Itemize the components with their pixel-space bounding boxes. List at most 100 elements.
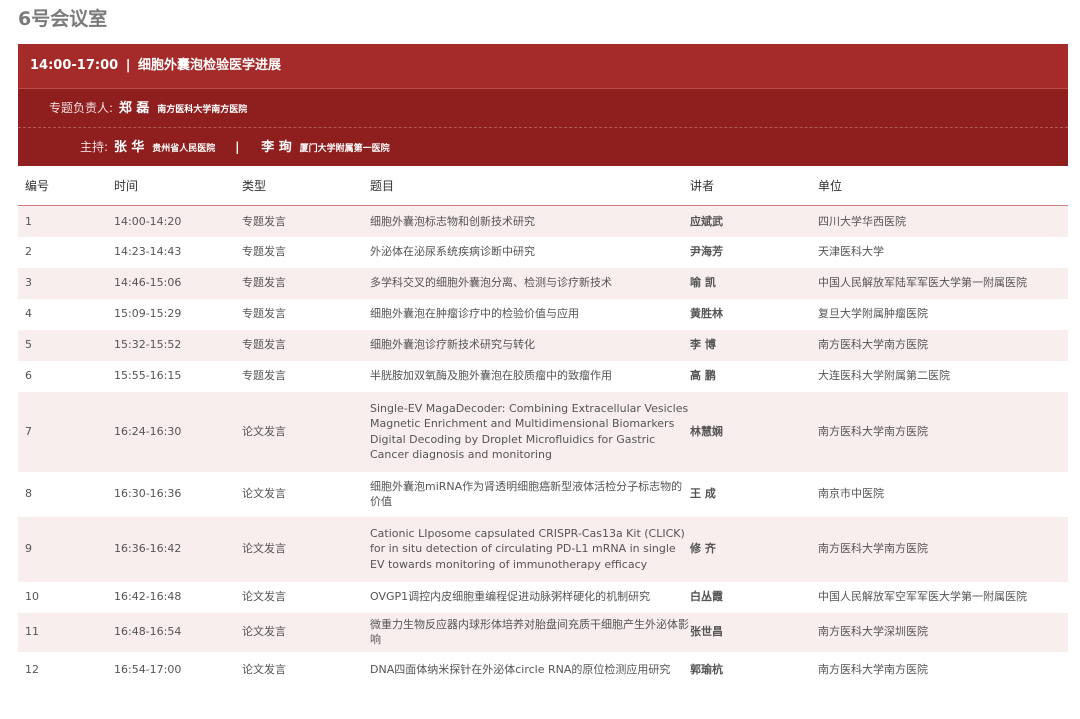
table-row: 8 16:30-16:36 论文发言 细胞外囊泡miRNA作为肾透明细胞癌新型液体活检… xyxy=(18,471,1068,517)
cell-type: 专题发言 xyxy=(242,276,286,290)
session-hosts-row: 主持: 张 华 贵州省人民医院 | 李 珣 厦门大学附属第一医院 xyxy=(18,128,1068,166)
lead-name: 郑 磊 xyxy=(118,101,150,116)
cell-title: 细胞外囊泡在肿瘤诊疗中的检验价值与应用 xyxy=(370,307,579,321)
cell-no: 7 xyxy=(25,424,32,438)
column-header-time: 时间 xyxy=(114,166,242,206)
cell-title: OVGP1调控内皮细胞重编程促进动脉粥样硬化的机制研究 xyxy=(370,590,651,604)
cell-title: 细胞外囊泡标志物和创新技术研究 xyxy=(370,214,535,228)
cell-title: 微重力生物反应器内球形体培养对胎盘间充质干细胞产生外泌体影响 xyxy=(370,617,689,647)
cell-type: 论文发言 xyxy=(242,625,286,639)
cell-unit: 大连医科大学附属第二医院 xyxy=(818,369,950,383)
cell-title: 多学科交叉的细胞外囊泡分离、检测与诊疗新技术 xyxy=(370,276,612,290)
cell-time: 14:23-14:43 xyxy=(114,245,182,259)
cell-unit: 南方医科大学南方医院 xyxy=(818,542,928,556)
session-name: 细胞外囊泡检验医学进展 xyxy=(137,58,281,73)
table-row: 3 14:46-15:06 专题发言 多学科交叉的细胞外囊泡分离、检测与诊疗新技术 喻 … xyxy=(18,267,1068,299)
session-header: 14:00-17:00 | 细胞外囊泡检验医学进展 xyxy=(18,44,1068,89)
cell-time: 16:24-16:30 xyxy=(114,424,182,438)
cell-no: 3 xyxy=(25,276,32,290)
table-row: 2 14:23-14:43 专题发言 外泌体在泌尿系统疾病诊断中研究 尹海芳 天津医科大学 xyxy=(18,236,1068,268)
cell-speaker: 喻 凯 xyxy=(690,276,716,290)
column-header-unit: 单位 xyxy=(818,166,1068,206)
cell-no: 2 xyxy=(25,245,32,259)
cell-type: 论文发言 xyxy=(242,663,286,677)
cell-time: 14:46-15:06 xyxy=(114,276,182,290)
cell-type: 专题发言 xyxy=(242,338,286,352)
cell-type: 论文发言 xyxy=(242,590,286,604)
table-row: 6 15:55-16:15 专题发言 半胱胺加双氧酶及胞外囊泡在胶质瘤中的致瘤作用 高 … xyxy=(18,360,1068,392)
table-row: 1 14:00-14:20 专题发言 细胞外囊泡标志物和创新技术研究 应斌武 四川大学华西… xyxy=(18,205,1068,237)
cell-speaker: 林慧娴 xyxy=(690,424,723,438)
host-institution: 贵州省人民医院 xyxy=(152,144,216,154)
cell-unit: 四川大学华西医院 xyxy=(818,214,906,228)
cell-title: DNA四面体纳米探针在外泌体circle RNA的原位检测应用研究 xyxy=(370,663,671,677)
host-name: 张 华 xyxy=(113,140,145,155)
cell-title: 细胞外囊泡miRNA作为肾透明细胞癌新型液体活检分子标志物的价值 xyxy=(370,479,683,509)
cell-time: 16:42-16:48 xyxy=(114,590,182,604)
session-time: 14:00-17:00 xyxy=(30,58,119,73)
cell-speaker: 郭瑜杭 xyxy=(690,663,723,677)
column-header-no: 编号 xyxy=(18,166,114,206)
cell-no: 10 xyxy=(25,590,39,604)
cell-speaker: 尹海芳 xyxy=(690,245,723,259)
column-header-type: 类型 xyxy=(242,166,370,206)
session-panel: 14:00-17:00 | 细胞外囊泡检验医学进展 专题负责人: 郑 磊 南方医… xyxy=(18,44,1068,689)
lead-institution: 南方医科大学南方医院 xyxy=(157,105,248,115)
cell-unit: 天津医科大学 xyxy=(818,245,884,259)
cell-type: 论文发言 xyxy=(242,487,286,501)
cell-speaker: 应斌武 xyxy=(690,214,723,228)
cell-speaker: 王 成 xyxy=(690,487,716,501)
cell-time: 16:48-16:54 xyxy=(114,625,182,639)
cell-type: 专题发言 xyxy=(242,307,286,321)
cell-title: Cationic LIposome capsulated CRISPR-Cas1… xyxy=(370,526,685,571)
cell-time: 15:32-15:52 xyxy=(114,338,182,352)
cell-title: 外泌体在泌尿系统疾病诊断中研究 xyxy=(370,245,535,259)
cell-title: 半胱胺加双氧酶及胞外囊泡在胶质瘤中的致瘤作用 xyxy=(370,369,612,383)
table-row: 5 15:32-15:52 专题发言 细胞外囊泡诊疗新技术研究与转化 李 博 南方医科大学… xyxy=(18,329,1068,361)
column-header-title: 题目 xyxy=(370,166,690,206)
cell-no: 5 xyxy=(25,338,32,352)
cell-unit: 南方医科大学南方医院 xyxy=(818,424,928,438)
cell-unit: 中国人民解放军陆军军医大学第一附属医院 xyxy=(818,276,1027,290)
cell-title: 细胞外囊泡诊疗新技术研究与转化 xyxy=(370,338,535,352)
cell-no: 11 xyxy=(25,625,39,639)
cell-unit: 中国人民解放军空军军医大学第一附属医院 xyxy=(818,590,1027,604)
cell-unit: 南京市中医院 xyxy=(818,487,884,501)
cell-type: 论文发言 xyxy=(242,424,286,438)
cell-time: 15:55-16:15 xyxy=(114,369,182,383)
cell-no: 6 xyxy=(25,369,32,383)
schedule-body: 1 14:00-14:20 专题发言 细胞外囊泡标志物和创新技术研究 应斌武 四川大学华西… xyxy=(18,205,1068,689)
host-name: 李 珣 xyxy=(261,140,292,155)
cell-speaker: 修 齐 xyxy=(690,542,716,556)
cell-type: 专题发言 xyxy=(242,245,286,259)
table-row: 4 15:09-15:29 专题发言 细胞外囊泡在肿瘤诊疗中的检验价值与应用 黄胜林 复旦… xyxy=(18,298,1068,330)
table-row: 11 16:48-16:54 论文发言 微重力生物反应器内球形体培养对胎盘间充质干细胞… xyxy=(18,612,1068,652)
cell-speaker: 高 鹏 xyxy=(690,369,716,383)
cell-speaker: 张世昌 xyxy=(690,625,723,639)
cell-no: 12 xyxy=(25,663,39,677)
cell-unit: 南方医科大学南方医院 xyxy=(818,663,928,677)
table-row: 12 16:54-17:00 论文发言 DNA四面体纳米探针在外泌体circle RN… xyxy=(18,651,1068,689)
cell-time: 14:00-14:20 xyxy=(114,214,182,228)
session-lead-row: 专题负责人: 郑 磊 南方医科大学南方医院 xyxy=(18,89,1068,128)
cell-unit: 复旦大学附属肿瘤医院 xyxy=(818,307,928,321)
column-header-speaker: 讲者 xyxy=(690,166,818,206)
host-label: 主持: xyxy=(80,140,109,154)
cell-type: 专题发言 xyxy=(242,214,286,228)
cell-time: 15:09-15:29 xyxy=(114,307,182,321)
cell-time: 16:30-16:36 xyxy=(114,487,182,501)
table-header-row: 编号 时间 类型 题目 讲者 单位 xyxy=(18,166,1068,206)
cell-no: 8 xyxy=(25,487,32,501)
cell-no: 1 xyxy=(25,214,32,228)
cell-speaker: 白丛霞 xyxy=(690,590,723,604)
cell-time: 16:36-16:42 xyxy=(114,542,182,556)
host-institution: 厦门大学附属第一医院 xyxy=(299,144,390,154)
cell-speaker: 李 博 xyxy=(690,338,716,352)
table-row: 10 16:42-16:48 论文发言 OVGP1调控内皮细胞重编程促进动脉粥样硬化的… xyxy=(18,581,1068,613)
session-separator: | xyxy=(125,58,131,73)
cell-no: 4 xyxy=(25,307,32,321)
cell-speaker: 黄胜林 xyxy=(690,307,723,321)
room-title: 6号会议室 xyxy=(18,8,108,30)
cell-time: 16:54-17:00 xyxy=(114,663,182,677)
cell-type: 论文发言 xyxy=(242,542,286,556)
